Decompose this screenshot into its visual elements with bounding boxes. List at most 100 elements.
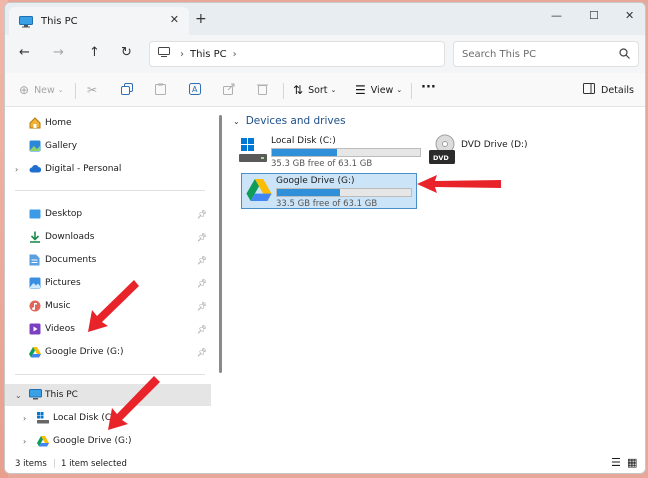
sidebar-scrollbar[interactable]	[219, 115, 222, 373]
chevron-down-icon[interactable]: ⌄	[15, 391, 22, 400]
delete-button[interactable]	[257, 83, 268, 98]
drive-dvd[interactable]: DVD DVD Drive (D:)	[425, 134, 545, 170]
drive-usage-bar	[276, 188, 412, 197]
breadcrumb-separator[interactable]: ›	[233, 49, 237, 60]
search-placeholder: Search This PC	[462, 48, 537, 60]
tab-this-pc[interactable]: This PC ✕	[9, 7, 189, 35]
chevron-down-icon: ⌄	[57, 86, 64, 94]
pin-icon[interactable]: 📌︎	[197, 233, 207, 242]
sidebar-item-label: Home	[45, 118, 72, 128]
file-explorer-window: This PC ✕ + — ☐ ✕ ← → ↑ ↻ › This PC › Se…	[4, 2, 646, 474]
sidebar-item-downloads[interactable]: Downloads 📌︎	[5, 226, 211, 248]
group-title: Devices and drives	[245, 115, 346, 127]
sort-icon: ⇅	[293, 83, 304, 97]
chevron-right-icon[interactable]: ›	[23, 414, 26, 423]
details-pane-icon	[583, 83, 595, 97]
up-button[interactable]: ↑	[89, 45, 100, 60]
back-button[interactable]: ←	[19, 45, 30, 60]
more-options-button[interactable]: ···	[421, 80, 436, 95]
view-icon: ☰	[355, 83, 366, 97]
windows-disk-icon	[239, 138, 269, 167]
sidebar-item-label: Desktop	[45, 209, 83, 219]
clipboard-icon	[155, 83, 166, 98]
svg-text:A: A	[192, 85, 198, 94]
sidebar-item-gallery[interactable]: Gallery	[5, 135, 211, 157]
close-button[interactable]: ✕	[625, 9, 634, 22]
sidebar-item-label: This PC	[45, 390, 78, 400]
tab-title: This PC	[41, 15, 78, 27]
sidebar-item-desktop[interactable]: Desktop 📌︎	[5, 203, 211, 225]
tab-close-button[interactable]: ✕	[170, 13, 179, 26]
pin-icon[interactable]: 📌︎	[197, 256, 207, 265]
chevron-down-icon: ⌄	[396, 86, 403, 94]
copy-icon	[121, 83, 133, 98]
divider	[15, 190, 205, 191]
details-label: Details	[601, 84, 634, 96]
document-icon	[29, 254, 41, 266]
rename-button[interactable]: A	[189, 83, 201, 98]
status-divider: |	[53, 459, 56, 469]
sidebar-item-documents[interactable]: Documents 📌︎	[5, 249, 211, 271]
drive-free-space: 35.3 GB free of 63.1 GB	[271, 159, 373, 169]
google-drive-icon	[37, 436, 49, 448]
drive-local-disk[interactable]: Local Disk (C:) 35.3 GB free of 63.1 GB	[237, 134, 421, 170]
share-button[interactable]	[223, 83, 235, 98]
drive-name: Google Drive (G:)	[276, 176, 355, 186]
drive-name: DVD Drive (D:)	[461, 140, 528, 150]
sidebar-item-label: Downloads	[45, 232, 95, 242]
item-count: 3 items	[15, 459, 47, 469]
pin-icon[interactable]: 📌︎	[197, 210, 207, 219]
drive-usage-fill	[272, 149, 338, 156]
pin-icon[interactable]: 📌︎	[197, 279, 207, 288]
sidebar-item-label: Google Drive (G:)	[53, 436, 132, 446]
pin-icon[interactable]: 📌︎	[197, 325, 207, 334]
drive-google-drive[interactable]: Google Drive (G:) 33.5 GB free of 63.1 G…	[241, 173, 417, 209]
new-button[interactable]: ⊕ New ⌄	[19, 83, 64, 97]
divider	[283, 83, 284, 99]
divider	[411, 83, 412, 99]
sidebar-item-label: Gallery	[45, 141, 78, 151]
sidebar-item-onedrive[interactable]: › Digital - Personal	[5, 158, 211, 180]
sort-button[interactable]: ⇅ Sort ⌄	[293, 83, 336, 97]
sidebar-item-google-drive[interactable]: Google Drive (G:) 📌︎	[5, 341, 211, 363]
group-header-devices[interactable]: ⌄ Devices and drives	[233, 115, 346, 127]
pin-icon[interactable]: 📌︎	[197, 302, 207, 311]
cloud-icon	[29, 164, 42, 176]
sidebar-item-home[interactable]: Home	[5, 112, 211, 134]
maximize-button[interactable]: ☐	[589, 9, 599, 22]
music-icon	[29, 300, 41, 312]
sidebar-item-label: Music	[45, 301, 71, 311]
rename-icon: A	[189, 83, 201, 98]
cut-button[interactable]: ✂	[87, 83, 102, 97]
sort-label: Sort	[308, 84, 328, 96]
address-bar[interactable]: › This PC ›	[149, 41, 445, 67]
chevron-down-icon[interactable]: ⌄	[233, 117, 240, 126]
annotation-arrow-sidebar-pinned	[88, 280, 139, 332]
gallery-icon	[29, 140, 41, 152]
monitor-icon	[29, 389, 42, 401]
refresh-button[interactable]: ↻	[121, 45, 132, 60]
pin-icon[interactable]: 📌︎	[197, 348, 207, 357]
content-pane: ⌄ Devices and drives Local Disk (C:) 35.…	[225, 108, 645, 453]
sidebar-item-label: Pictures	[45, 278, 81, 288]
copy-button[interactable]	[121, 83, 133, 98]
tiles-view-icon[interactable]: ▦	[627, 456, 637, 469]
details-button[interactable]: Details	[583, 83, 634, 97]
drive-free-space: 33.5 GB free of 63.1 GB	[276, 199, 378, 209]
disk-icon	[37, 412, 49, 424]
breadcrumb-this-pc[interactable]: This PC	[190, 49, 227, 60]
drive-usage-fill	[277, 189, 340, 196]
minimize-button[interactable]: —	[551, 9, 562, 22]
search-input[interactable]: Search This PC	[453, 41, 639, 67]
details-view-icon[interactable]: ☰	[611, 456, 621, 469]
paste-button[interactable]	[155, 83, 166, 98]
status-bar: 3 items | 1 item selected ☰ ▦	[5, 453, 645, 473]
view-button[interactable]: ☰ View ⌄	[355, 83, 402, 97]
new-label: New	[34, 84, 55, 96]
chevron-right-icon[interactable]: ›	[23, 437, 26, 446]
chevron-right-icon[interactable]: ›	[15, 165, 18, 174]
forward-button[interactable]: →	[53, 45, 64, 60]
new-tab-button[interactable]: +	[195, 11, 207, 27]
google-drive-icon	[29, 347, 41, 359]
monitor-icon	[19, 15, 33, 27]
